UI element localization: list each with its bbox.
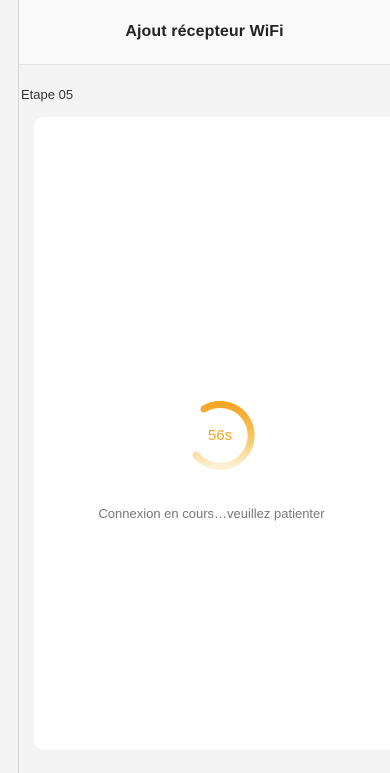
loading-ring-icon: 56s — [184, 399, 256, 471]
bottom-strip — [19, 760, 390, 773]
connection-status-text: Connexion en cours…veuillez patienter — [98, 506, 325, 521]
step-label: Etape 05 — [21, 87, 74, 102]
app-frame: Ajout récepteur WiFi Etape 05 56s Connex… — [18, 0, 390, 773]
countdown-timer: 56s — [207, 426, 233, 444]
page-title: Ajout récepteur WiFi — [125, 23, 284, 40]
connection-card: 56s Connexion en cours…veuillez patiente… — [34, 117, 390, 750]
app-header: Ajout récepteur WiFi — [19, 0, 390, 65]
